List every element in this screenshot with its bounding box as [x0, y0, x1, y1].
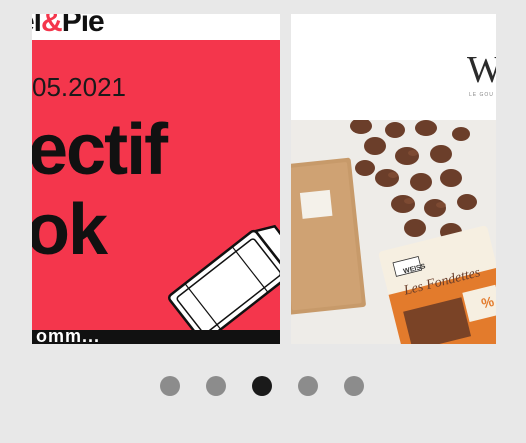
spray-can-illustration	[168, 222, 280, 334]
carousel: el&Pie 05.2021 ectif ok	[0, 0, 526, 443]
poster-footer-text: omm...	[36, 326, 101, 344]
poster-footer: omm...	[32, 326, 280, 344]
pagination-dot-5[interactable]	[344, 376, 364, 396]
poster-date: 05.2021	[32, 72, 126, 102]
pagination-dot-4[interactable]	[298, 376, 318, 396]
poster-headline-line1: ectif	[32, 110, 168, 190]
pagination-dot-2[interactable]	[206, 376, 226, 396]
carousel-track[interactable]: el&Pie 05.2021 ectif ok	[0, 0, 526, 360]
carousel-slide-chocolate[interactable]: W LE GOU WEISS Les Fondettes %	[291, 14, 496, 344]
pagination-dot-1[interactable]	[160, 376, 180, 396]
chocolate-logo-subtitle: LE GOU	[469, 92, 494, 98]
chocolate-logo: W	[467, 49, 496, 91]
chocolate-header: W LE GOU	[291, 14, 496, 120]
poster-headline-line2: ok	[32, 190, 108, 270]
poster-brand: el&Pie	[32, 14, 105, 38]
carousel-pagination	[0, 374, 526, 398]
poster-header: el&Pie	[32, 14, 280, 40]
pagination-dot-3-active[interactable]	[252, 376, 272, 396]
carousel-slide-poster[interactable]: el&Pie 05.2021 ectif ok	[32, 14, 280, 344]
chocolate-photo: WEISS Les Fondettes %	[291, 120, 496, 344]
